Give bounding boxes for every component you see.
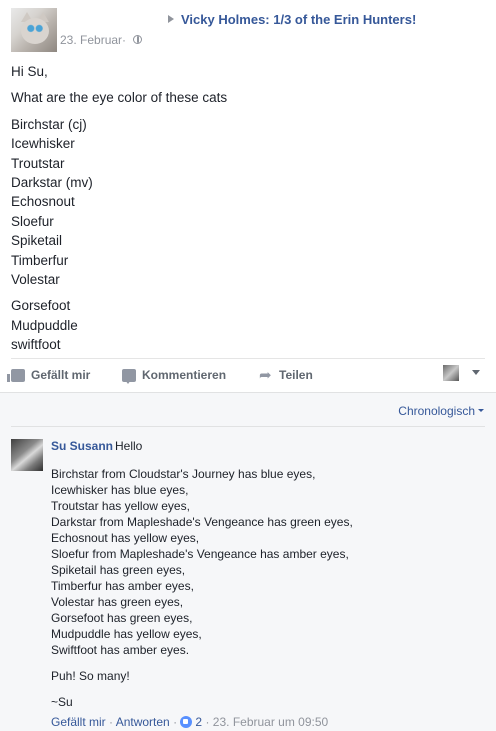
cat-face-image bbox=[21, 18, 49, 44]
cat-name: Volestar bbox=[11, 272, 60, 288]
post-divider bbox=[11, 358, 485, 359]
viewer-avatar[interactable] bbox=[443, 365, 459, 381]
group-title-link[interactable]: Vicky Holmes: 1/3 of the Erin Hunters! bbox=[181, 12, 416, 27]
cat-name: Timberfur bbox=[11, 252, 69, 268]
cat-name: Darkstar (mv) bbox=[11, 175, 93, 191]
comment-footer: Gefällt mir · Antworten · 2 · 23. Februa… bbox=[51, 715, 328, 729]
share-label: Teilen bbox=[279, 368, 313, 382]
footer-separator: · bbox=[109, 715, 114, 729]
share-arrow-icon bbox=[259, 366, 273, 384]
share-button[interactable]: Teilen bbox=[259, 364, 313, 386]
post-line: What are the eye color of these cats bbox=[11, 90, 228, 106]
comment-text: Birchstar from Cloudstar's Journey has b… bbox=[51, 466, 353, 710]
thumbs-up-icon bbox=[7, 368, 25, 382]
cat-name: Troutstar bbox=[11, 155, 65, 171]
cat-name: Sloefur bbox=[11, 213, 54, 229]
comment-greeting: Hello bbox=[115, 439, 143, 453]
comment-line: Mudpuddle has yellow eyes, bbox=[51, 627, 202, 641]
triangle-right-icon bbox=[168, 15, 174, 23]
footer-separator: · bbox=[205, 715, 210, 729]
comment-timestamp[interactable]: 23. Februar um 09:50 bbox=[213, 715, 328, 729]
post-date[interactable]: 23. Februar bbox=[60, 33, 122, 47]
speech-bubble-icon bbox=[122, 368, 136, 384]
comment-line: Sloefur from Mapleshade's Vengeance has … bbox=[51, 547, 349, 561]
globe-icon[interactable] bbox=[133, 35, 142, 44]
cat-name: Spiketail bbox=[11, 233, 63, 249]
comment-line: Troutstar has yellow eyes, bbox=[51, 499, 190, 513]
cat-name: Gorsefoot bbox=[11, 298, 71, 314]
post-line: Hi Su, bbox=[11, 64, 48, 79]
chevron-down-icon[interactable] bbox=[472, 370, 480, 375]
comment-like-link[interactable]: Gefällt mir bbox=[51, 715, 106, 729]
post-actions-bar: Gefällt mir Kommentieren Teilen bbox=[7, 364, 485, 386]
cat-name: swiftfoot bbox=[11, 337, 61, 353]
comment-button[interactable]: Kommentieren bbox=[122, 364, 226, 386]
comment-line: Birchstar from Cloudstar's Journey has b… bbox=[51, 467, 316, 481]
cat-name: Icewhisker bbox=[11, 136, 75, 152]
meta-separator: · bbox=[122, 33, 126, 47]
author-avatar[interactable] bbox=[11, 8, 57, 52]
comment-line: Swiftfoot has amber eyes. bbox=[51, 643, 190, 657]
footer-separator: · bbox=[173, 715, 178, 729]
post-card: Vicky Holmes: 1/3 of the Erin Hunters! 2… bbox=[0, 0, 496, 392]
post-text: Hi Su, What are the eye color of these c… bbox=[11, 62, 227, 355]
cat-name: Birchstar (cj) bbox=[11, 116, 87, 132]
comments-divider bbox=[11, 426, 485, 427]
caret-down-icon bbox=[478, 409, 484, 412]
comment-author-link[interactable]: Su Susann bbox=[51, 439, 113, 453]
commenter-avatar[interactable] bbox=[11, 439, 43, 471]
comment-line: Echosnout has yellow eyes, bbox=[51, 531, 200, 545]
cat-name: Echosnout bbox=[11, 194, 75, 210]
comment-line: Darkstar from Mapleshade's Vengeance has… bbox=[51, 515, 353, 529]
like-label: Gefällt mir bbox=[31, 368, 91, 382]
comments-section: Chronologisch Su Susann Hello Birchstar … bbox=[0, 392, 496, 731]
comment-sort-dropdown[interactable]: Chronologisch bbox=[398, 404, 484, 418]
comment-line: Timberfur has amber eyes, bbox=[51, 579, 194, 593]
comment-signature: ~Su bbox=[51, 695, 73, 709]
comment-line: Spiketail has green eyes, bbox=[51, 563, 186, 577]
comment-label: Kommentieren bbox=[142, 368, 227, 382]
comment-like-count[interactable]: 2 bbox=[195, 715, 202, 729]
sort-label: Chronologisch bbox=[398, 404, 475, 418]
comment-line: Icewhisker has blue eyes, bbox=[51, 483, 189, 497]
like-badge-icon[interactable] bbox=[180, 716, 193, 728]
comment-line: Volestar has green eyes, bbox=[51, 595, 184, 609]
cat-name: Mudpuddle bbox=[11, 317, 78, 333]
comment-line: Puh! So many! bbox=[51, 669, 130, 683]
comment-line: Gorsefoot has green eyes, bbox=[51, 611, 193, 625]
comment-reply-link[interactable]: Antworten bbox=[116, 715, 170, 729]
like-button[interactable]: Gefällt mir bbox=[7, 364, 91, 386]
